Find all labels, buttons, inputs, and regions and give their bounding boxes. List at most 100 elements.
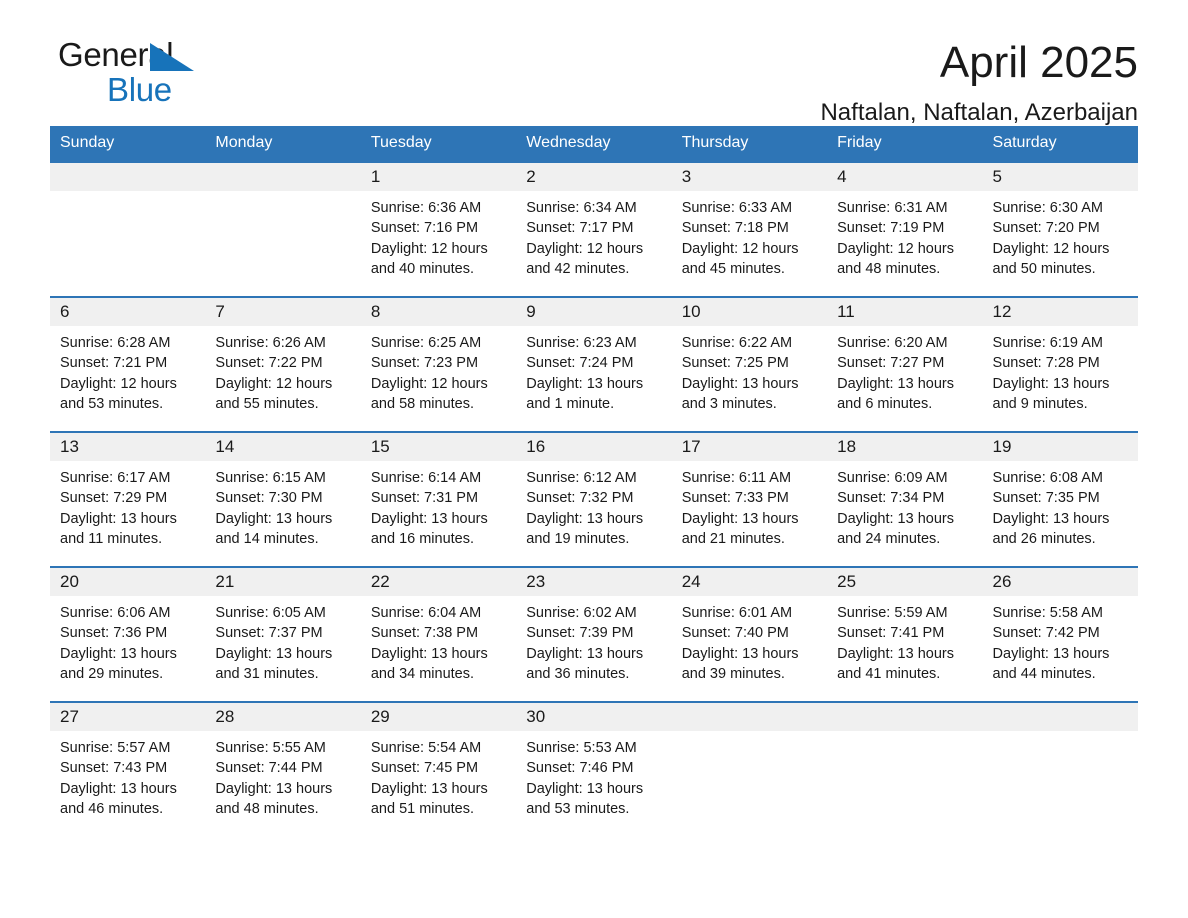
calendar-cell: 23 Sunrise: 6:02 AM Sunset: 7:39 PM Dayligh… (516, 566, 672, 701)
calendar-day-cell[interactable]: 7 Sunrise: 6:26 AM Sunset: 7:22 PM Daylight… (205, 296, 361, 431)
daylight-text-line1: Daylight: 13 hours (215, 645, 333, 662)
brand-logo[interactable]: General Blue (50, 38, 280, 112)
calendar-cell: 26 Sunrise: 5:58 AM Sunset: 7:42 PM Dayligh… (982, 566, 1138, 701)
daylight-text-line2: and 3 minutes. (681, 395, 777, 412)
calendar-day-cell[interactable]: 25 Sunrise: 5:59 AM Sunset: 7:41 PM Dayligh… (827, 566, 983, 701)
calendar-day-cell-empty (50, 161, 206, 296)
daylight-text-line2: and 36 minutes. (526, 665, 630, 682)
calendar-day-cell[interactable]: 15 Sunrise: 6:14 AM Sunset: 7:31 PM Dayligh… (360, 431, 517, 566)
daylight-text-line1: Daylight: 13 hours (837, 375, 954, 392)
day-details: Sunrise: 5:55 AM Sunset: 7:44 PM Daylight:… (205, 731, 360, 819)
calendar-cell: 7 Sunrise: 6:26 AM Sunset: 7:22 PM Daylight… (205, 296, 361, 431)
daylight-text-line2: and 46 minutes. (60, 800, 164, 817)
sunrise-text: Sunrise: 6:04 AM (370, 605, 482, 621)
sunset-text: Sunset: 7:24 PM (526, 355, 634, 372)
day-number: 30 (516, 703, 672, 731)
calendar-cell: 29 Sunrise: 5:54 AM Sunset: 7:45 PM Dayligh… (360, 701, 517, 836)
day-number: 5 (982, 163, 1138, 191)
calendar-day-cell[interactable]: 12 Sunrise: 6:19 AM Sunset: 7:28 PM Dayligh… (982, 296, 1138, 431)
calendar-day-cell[interactable]: 2 Sunrise: 6:34 AM Sunset: 7:17 PM Daylight… (516, 161, 672, 296)
sunrise-text: Sunrise: 6:28 AM (60, 335, 171, 351)
sunset-text: Sunset: 7:44 PM (215, 760, 323, 777)
daylight-text-line2: and 11 minutes. (60, 530, 163, 547)
calendar-day-cell[interactable]: 28 Sunrise: 5:55 AM Sunset: 7:44 PM Dayligh… (205, 701, 361, 836)
calendar-day-cell[interactable]: 21 Sunrise: 6:05 AM Sunset: 7:37 PM Dayligh… (205, 566, 361, 701)
calendar-week-row: 20 Sunrise: 6:06 AM Sunset: 7:36 PM Dayligh… (50, 566, 1138, 701)
calendar-table: Sunday Monday Tuesday Wednesday Thursday… (50, 126, 1138, 836)
daylight-text-line1: Daylight: 13 hours (215, 780, 333, 797)
day-details: Sunrise: 6:08 AM Sunset: 7:35 PM Daylight:… (983, 461, 1138, 549)
sunset-text: Sunset: 7:18 PM (681, 220, 789, 237)
daylight-text-line2: and 44 minutes. (992, 665, 1096, 682)
calendar-day-cell[interactable]: 17 Sunrise: 6:11 AM Sunset: 7:33 PM Dayligh… (671, 431, 828, 566)
calendar-day-cell[interactable]: 22 Sunrise: 6:04 AM Sunset: 7:38 PM Dayligh… (360, 566, 517, 701)
calendar-day-cell[interactable]: 14 Sunrise: 6:15 AM Sunset: 7:30 PM Dayligh… (205, 431, 361, 566)
day-details: Sunrise: 6:23 AM Sunset: 7:24 PM Daylight:… (516, 326, 671, 414)
day-details: Sunrise: 5:58 AM Sunset: 7:42 PM Daylight:… (983, 596, 1138, 684)
calendar-cell (50, 161, 206, 296)
calendar-day-cell[interactable]: 10 Sunrise: 6:22 AM Sunset: 7:25 PM Dayligh… (671, 296, 828, 431)
logo-secondary-text: Blue (107, 71, 172, 108)
daylight-text-line2: and 26 minutes. (992, 530, 1096, 547)
calendar-day-cell[interactable]: 18 Sunrise: 6:09 AM Sunset: 7:34 PM Dayligh… (827, 431, 983, 566)
calendar-cell: 2 Sunrise: 6:34 AM Sunset: 7:17 PM Daylight… (516, 161, 672, 296)
sunset-text: Sunset: 7:36 PM (60, 625, 168, 642)
calendar-day-cell[interactable]: 6 Sunrise: 6:28 AM Sunset: 7:21 PM Daylight… (50, 296, 206, 431)
calendar-day-cell[interactable]: 23 Sunrise: 6:02 AM Sunset: 7:39 PM Dayligh… (516, 566, 672, 701)
sunrise-text: Sunrise: 6:34 AM (526, 200, 637, 216)
day-number: 2 (516, 163, 672, 191)
calendar-day-cell[interactable]: 1 Sunrise: 6:36 AM Sunset: 7:16 PM Daylight… (360, 161, 517, 296)
daylight-text-line2: and 1 minute. (526, 395, 615, 412)
day-details: Sunrise: 6:12 AM Sunset: 7:32 PM Daylight:… (516, 461, 671, 549)
sunrise-text: Sunrise: 6:22 AM (681, 335, 793, 351)
calendar-day-cell[interactable]: 26 Sunrise: 5:58 AM Sunset: 7:42 PM Dayligh… (982, 566, 1138, 701)
calendar-week-row: 27 Sunrise: 5:57 AM Sunset: 7:43 PM Dayligh… (50, 701, 1138, 836)
calendar-day-cell[interactable]: 4 Sunrise: 6:31 AM Sunset: 7:19 PM Daylight… (827, 161, 983, 296)
day-number: 12 (982, 298, 1138, 326)
day-number: 23 (516, 568, 672, 596)
calendar-day-cell[interactable]: 29 Sunrise: 5:54 AM Sunset: 7:45 PM Dayligh… (360, 701, 517, 836)
calendar-cell: 3 Sunrise: 6:33 AM Sunset: 7:18 PM Daylight… (671, 161, 828, 296)
calendar-day-cell[interactable]: 11 Sunrise: 6:20 AM Sunset: 7:27 PM Dayligh… (827, 296, 983, 431)
day-number: 25 (827, 568, 983, 596)
sunrise-text: Sunrise: 6:12 AM (526, 470, 637, 486)
calendar-body: 1 Sunrise: 6:36 AM Sunset: 7:16 PM Daylight… (50, 161, 1138, 836)
daylight-text-line2: and 40 minutes. (370, 260, 475, 277)
sunrise-text: Sunrise: 6:20 AM (837, 335, 948, 351)
calendar-day-cell[interactable]: 19 Sunrise: 6:08 AM Sunset: 7:35 PM Dayligh… (982, 431, 1138, 566)
sunset-text: Sunset: 7:45 PM (370, 760, 479, 777)
day-number: 17 (671, 433, 828, 461)
sunset-text: Sunset: 7:39 PM (526, 625, 634, 642)
day-details: Sunrise: 6:33 AM Sunset: 7:18 PM Daylight:… (672, 191, 827, 279)
day-details: Sunrise: 6:09 AM Sunset: 7:34 PM Daylight:… (827, 461, 982, 549)
calendar-day-cell[interactable]: 9 Sunrise: 6:23 AM Sunset: 7:24 PM Daylight… (516, 296, 672, 431)
sunset-text: Sunset: 7:33 PM (681, 490, 789, 507)
weekday-header-saturday: Saturday (982, 126, 1138, 161)
calendar-cell: 20 Sunrise: 6:06 AM Sunset: 7:36 PM Dayligh… (50, 566, 206, 701)
daylight-text-line1: Daylight: 13 hours (837, 510, 954, 527)
day-number: 9 (516, 298, 672, 326)
calendar-day-cell[interactable]: 16 Sunrise: 6:12 AM Sunset: 7:32 PM Dayligh… (516, 431, 672, 566)
calendar-day-cell[interactable]: 20 Sunrise: 6:06 AM Sunset: 7:36 PM Dayligh… (50, 566, 206, 701)
daylight-text-line2: and 48 minutes. (837, 260, 941, 277)
calendar-cell: 5 Sunrise: 6:30 AM Sunset: 7:20 PM Daylight… (982, 161, 1138, 296)
sunset-text: Sunset: 7:32 PM (526, 490, 634, 507)
calendar-week-row: 13 Sunrise: 6:17 AM Sunset: 7:29 PM Dayligh… (50, 431, 1138, 566)
daylight-text-line2: and 24 minutes. (837, 530, 941, 547)
calendar-day-cell[interactable]: 30 Sunrise: 5:53 AM Sunset: 7:46 PM Dayligh… (516, 701, 672, 836)
calendar-day-cell[interactable]: 5 Sunrise: 6:30 AM Sunset: 7:20 PM Daylight… (982, 161, 1138, 296)
calendar-day-cell[interactable]: 24 Sunrise: 6:01 AM Sunset: 7:40 PM Dayligh… (671, 566, 828, 701)
calendar-day-cell[interactable]: 3 Sunrise: 6:33 AM Sunset: 7:18 PM Daylight… (671, 161, 828, 296)
calendar-day-cell[interactable]: 8 Sunrise: 6:25 AM Sunset: 7:23 PM Daylight… (360, 296, 517, 431)
day-details: Sunrise: 6:26 AM Sunset: 7:22 PM Daylight:… (205, 326, 360, 414)
sunrise-text: Sunrise: 5:57 AM (60, 740, 171, 756)
day-details: Sunrise: 6:34 AM Sunset: 7:17 PM Daylight:… (516, 191, 671, 279)
calendar-cell (205, 161, 361, 296)
day-number: 14 (205, 433, 361, 461)
calendar-day-cell[interactable]: 13 Sunrise: 6:17 AM Sunset: 7:29 PM Dayligh… (50, 431, 206, 566)
calendar-day-cell[interactable]: 27 Sunrise: 5:57 AM Sunset: 7:43 PM Dayligh… (50, 701, 206, 836)
day-details: Sunrise: 6:22 AM Sunset: 7:25 PM Daylight:… (672, 326, 827, 414)
weekday-header-monday: Monday (205, 126, 361, 161)
day-number (205, 163, 361, 191)
sunset-text: Sunset: 7:37 PM (215, 625, 323, 642)
